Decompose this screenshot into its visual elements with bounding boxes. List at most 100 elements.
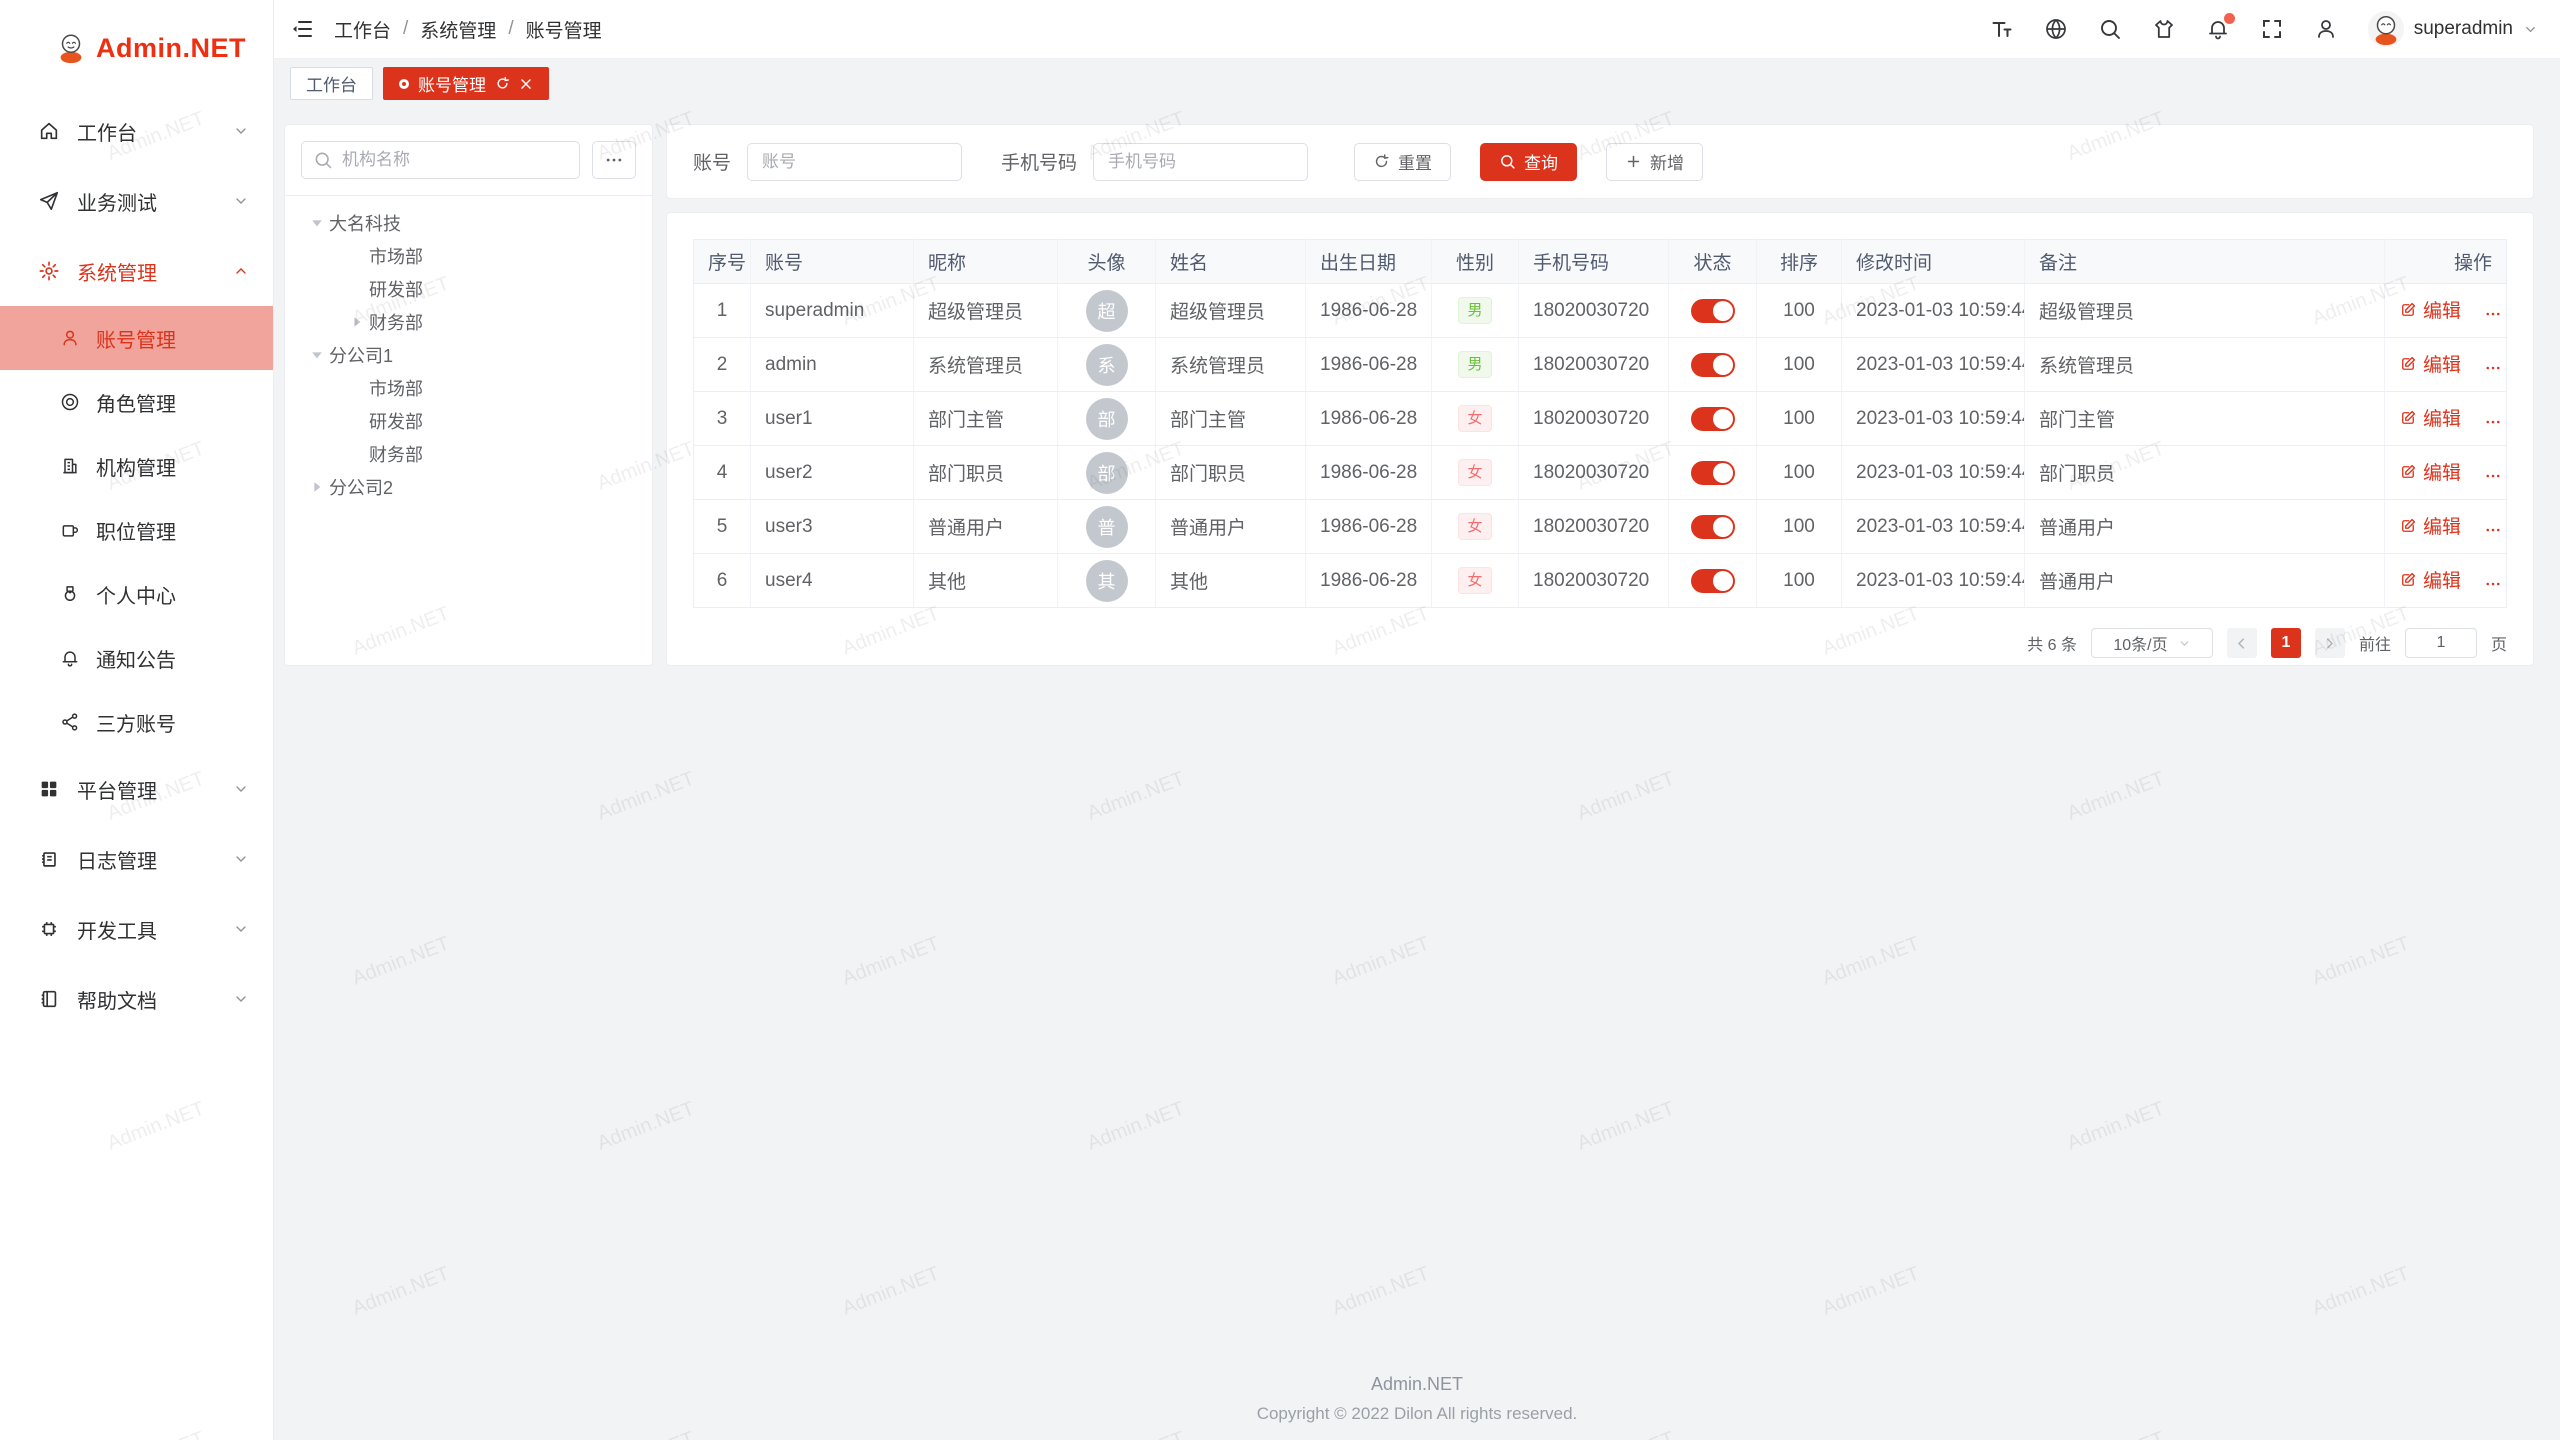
row-more-button[interactable] [2484,467,2502,485]
gender-badge: 女 [1458,405,1492,432]
more-options-button[interactable] [592,141,636,179]
accounts-table: 序号 账号 昵称 头像 姓名 出生日期 性别 手机号码 状态 排序 修改时间 [693,239,2507,608]
row-more-button[interactable] [2484,521,2502,539]
row-more-button[interactable] [2484,359,2502,377]
column-header: 序号 [694,240,751,284]
reset-button[interactable]: 重置 [1354,143,1451,181]
chevron-down-icon [233,781,249,797]
sidebar-item-label: 系统管理 [77,257,157,286]
sidebar-item-platform-mgmt[interactable]: 平台管理 [0,754,273,824]
sidebar-item-dev-tools[interactable]: 开发工具 [0,894,273,964]
tree-node[interactable]: 分公司1 [301,338,636,371]
sidebar-item-help-docs[interactable]: 帮助文档 [0,964,273,1034]
goto-page-input[interactable] [2405,628,2477,658]
user-menu[interactable]: superadmin [2368,11,2538,47]
tree-node[interactable]: 分公司2 [301,470,636,503]
row-more-button[interactable] [2484,413,2502,431]
sidebar-item-role-mgmt[interactable]: 角色管理 [0,370,273,434]
sidebar-item-log-mgmt[interactable]: 日志管理 [0,824,273,894]
tab-bar: 工作台 账号管理 [274,59,2560,108]
page-size-value: 10条/页 [2113,631,2167,655]
menu-fold-icon[interactable] [290,17,314,41]
row-more-button[interactable] [2484,305,2502,323]
profile-icon[interactable] [2314,17,2338,41]
cell-name: 部门职员 [1156,446,1306,500]
sidebar-item-notice[interactable]: 通知公告 [0,626,273,690]
notification-icon[interactable] [2206,17,2230,41]
tree-node[interactable]: 大名科技 [301,206,636,239]
tree-node[interactable]: 研发部 [301,272,636,305]
refresh-icon[interactable] [495,76,510,91]
sidebar-item-workbench[interactable]: 工作台 [0,96,273,166]
theme-icon[interactable] [2152,17,2176,41]
sidebar-item-position-mgmt[interactable]: 职位管理 [0,498,273,562]
page-unit-label: 页 [2491,631,2507,655]
tab-label: 工作台 [306,71,357,96]
status-toggle[interactable] [1691,461,1735,485]
sidebar-item-system-mgmt[interactable]: 系统管理 [0,236,273,306]
send-icon [38,190,60,212]
tree-node[interactable]: 市场部 [301,371,636,404]
prev-page-button[interactable] [2227,628,2257,658]
close-icon[interactable] [519,77,533,91]
language-icon[interactable] [2044,17,2068,41]
edit-label: 编辑 [2423,404,2461,431]
caret-icon[interactable] [305,481,329,493]
next-page-button[interactable] [2315,628,2345,658]
edit-button[interactable]: 编辑 [2399,350,2461,377]
status-toggle[interactable] [1691,299,1735,323]
row-more-button[interactable] [2484,575,2502,593]
search-icon[interactable] [2098,17,2122,41]
footer-title: Admin.NET [274,1374,2560,1395]
tree-node[interactable]: 研发部 [301,404,636,437]
edit-button[interactable]: 编辑 [2399,512,2461,539]
footer-copyright: Copyright © 2022 Dilon All rights reserv… [274,1404,2560,1424]
cell-index: 1 [694,284,751,338]
caret-icon[interactable] [305,349,329,361]
caret-icon[interactable] [305,217,329,229]
sidebar-item-org-mgmt[interactable]: 机构管理 [0,434,273,498]
tree-node[interactable]: 财务部 [301,437,636,470]
edit-label: 编辑 [2423,566,2461,593]
tree-node[interactable]: 财务部 [301,305,636,338]
cell-avatar: 部 [1058,392,1156,446]
cell-gender: 女 [1432,500,1519,554]
sidebar-item-profile-center[interactable]: 个人中心 [0,562,273,626]
caret-icon[interactable] [345,316,369,328]
account-input[interactable] [747,143,962,181]
tab-workbench[interactable]: 工作台 [290,67,373,100]
sidebar-item-business-test[interactable]: 业务测试 [0,166,273,236]
tree-node-label: 研发部 [369,276,423,302]
account-label: 账号 [693,148,731,175]
phone-input[interactable] [1093,143,1308,181]
breadcrumb-item[interactable]: 工作台 [334,16,391,43]
main-area: 工作台 / 系统管理 / 账号管理 superadmin [274,0,2560,1440]
status-toggle[interactable] [1691,569,1735,593]
cell-avatar: 系 [1058,338,1156,392]
query-button[interactable]: 查询 [1480,143,1577,181]
tree-node[interactable]: 市场部 [301,239,636,272]
cell-remark: 普通用户 [2025,500,2385,554]
sidebar: Admin.NET 工作台 业务测试 系统管理 账号管理 [0,0,274,1440]
edit-button[interactable]: 编辑 [2399,404,2461,431]
edit-button[interactable]: 编辑 [2399,566,2461,593]
cell-gender: 女 [1432,446,1519,500]
tab-account-mgmt[interactable]: 账号管理 [383,67,549,100]
cell-modified-time: 2023-01-03 10:59:44 [1842,392,2025,446]
org-search-input[interactable] [301,141,580,179]
edit-button[interactable]: 编辑 [2399,296,2461,323]
status-toggle[interactable] [1691,515,1735,539]
current-page-button[interactable]: 1 [2271,628,2301,658]
status-toggle[interactable] [1691,407,1735,431]
logo[interactable]: Admin.NET [0,0,273,96]
breadcrumb-item[interactable]: 系统管理 [420,16,496,43]
font-size-icon[interactable] [1990,17,2014,41]
fullscreen-icon[interactable] [2260,17,2284,41]
add-button[interactable]: 新增 [1606,143,1703,181]
sidebar-item-account-mgmt[interactable]: 账号管理 [0,306,273,370]
sidebar-item-third-party-account[interactable]: 三方账号 [0,690,273,754]
page-size-select[interactable]: 10条/页 [2091,628,2213,658]
breadcrumb-item-current: 账号管理 [526,16,602,43]
edit-button[interactable]: 编辑 [2399,458,2461,485]
status-toggle[interactable] [1691,353,1735,377]
